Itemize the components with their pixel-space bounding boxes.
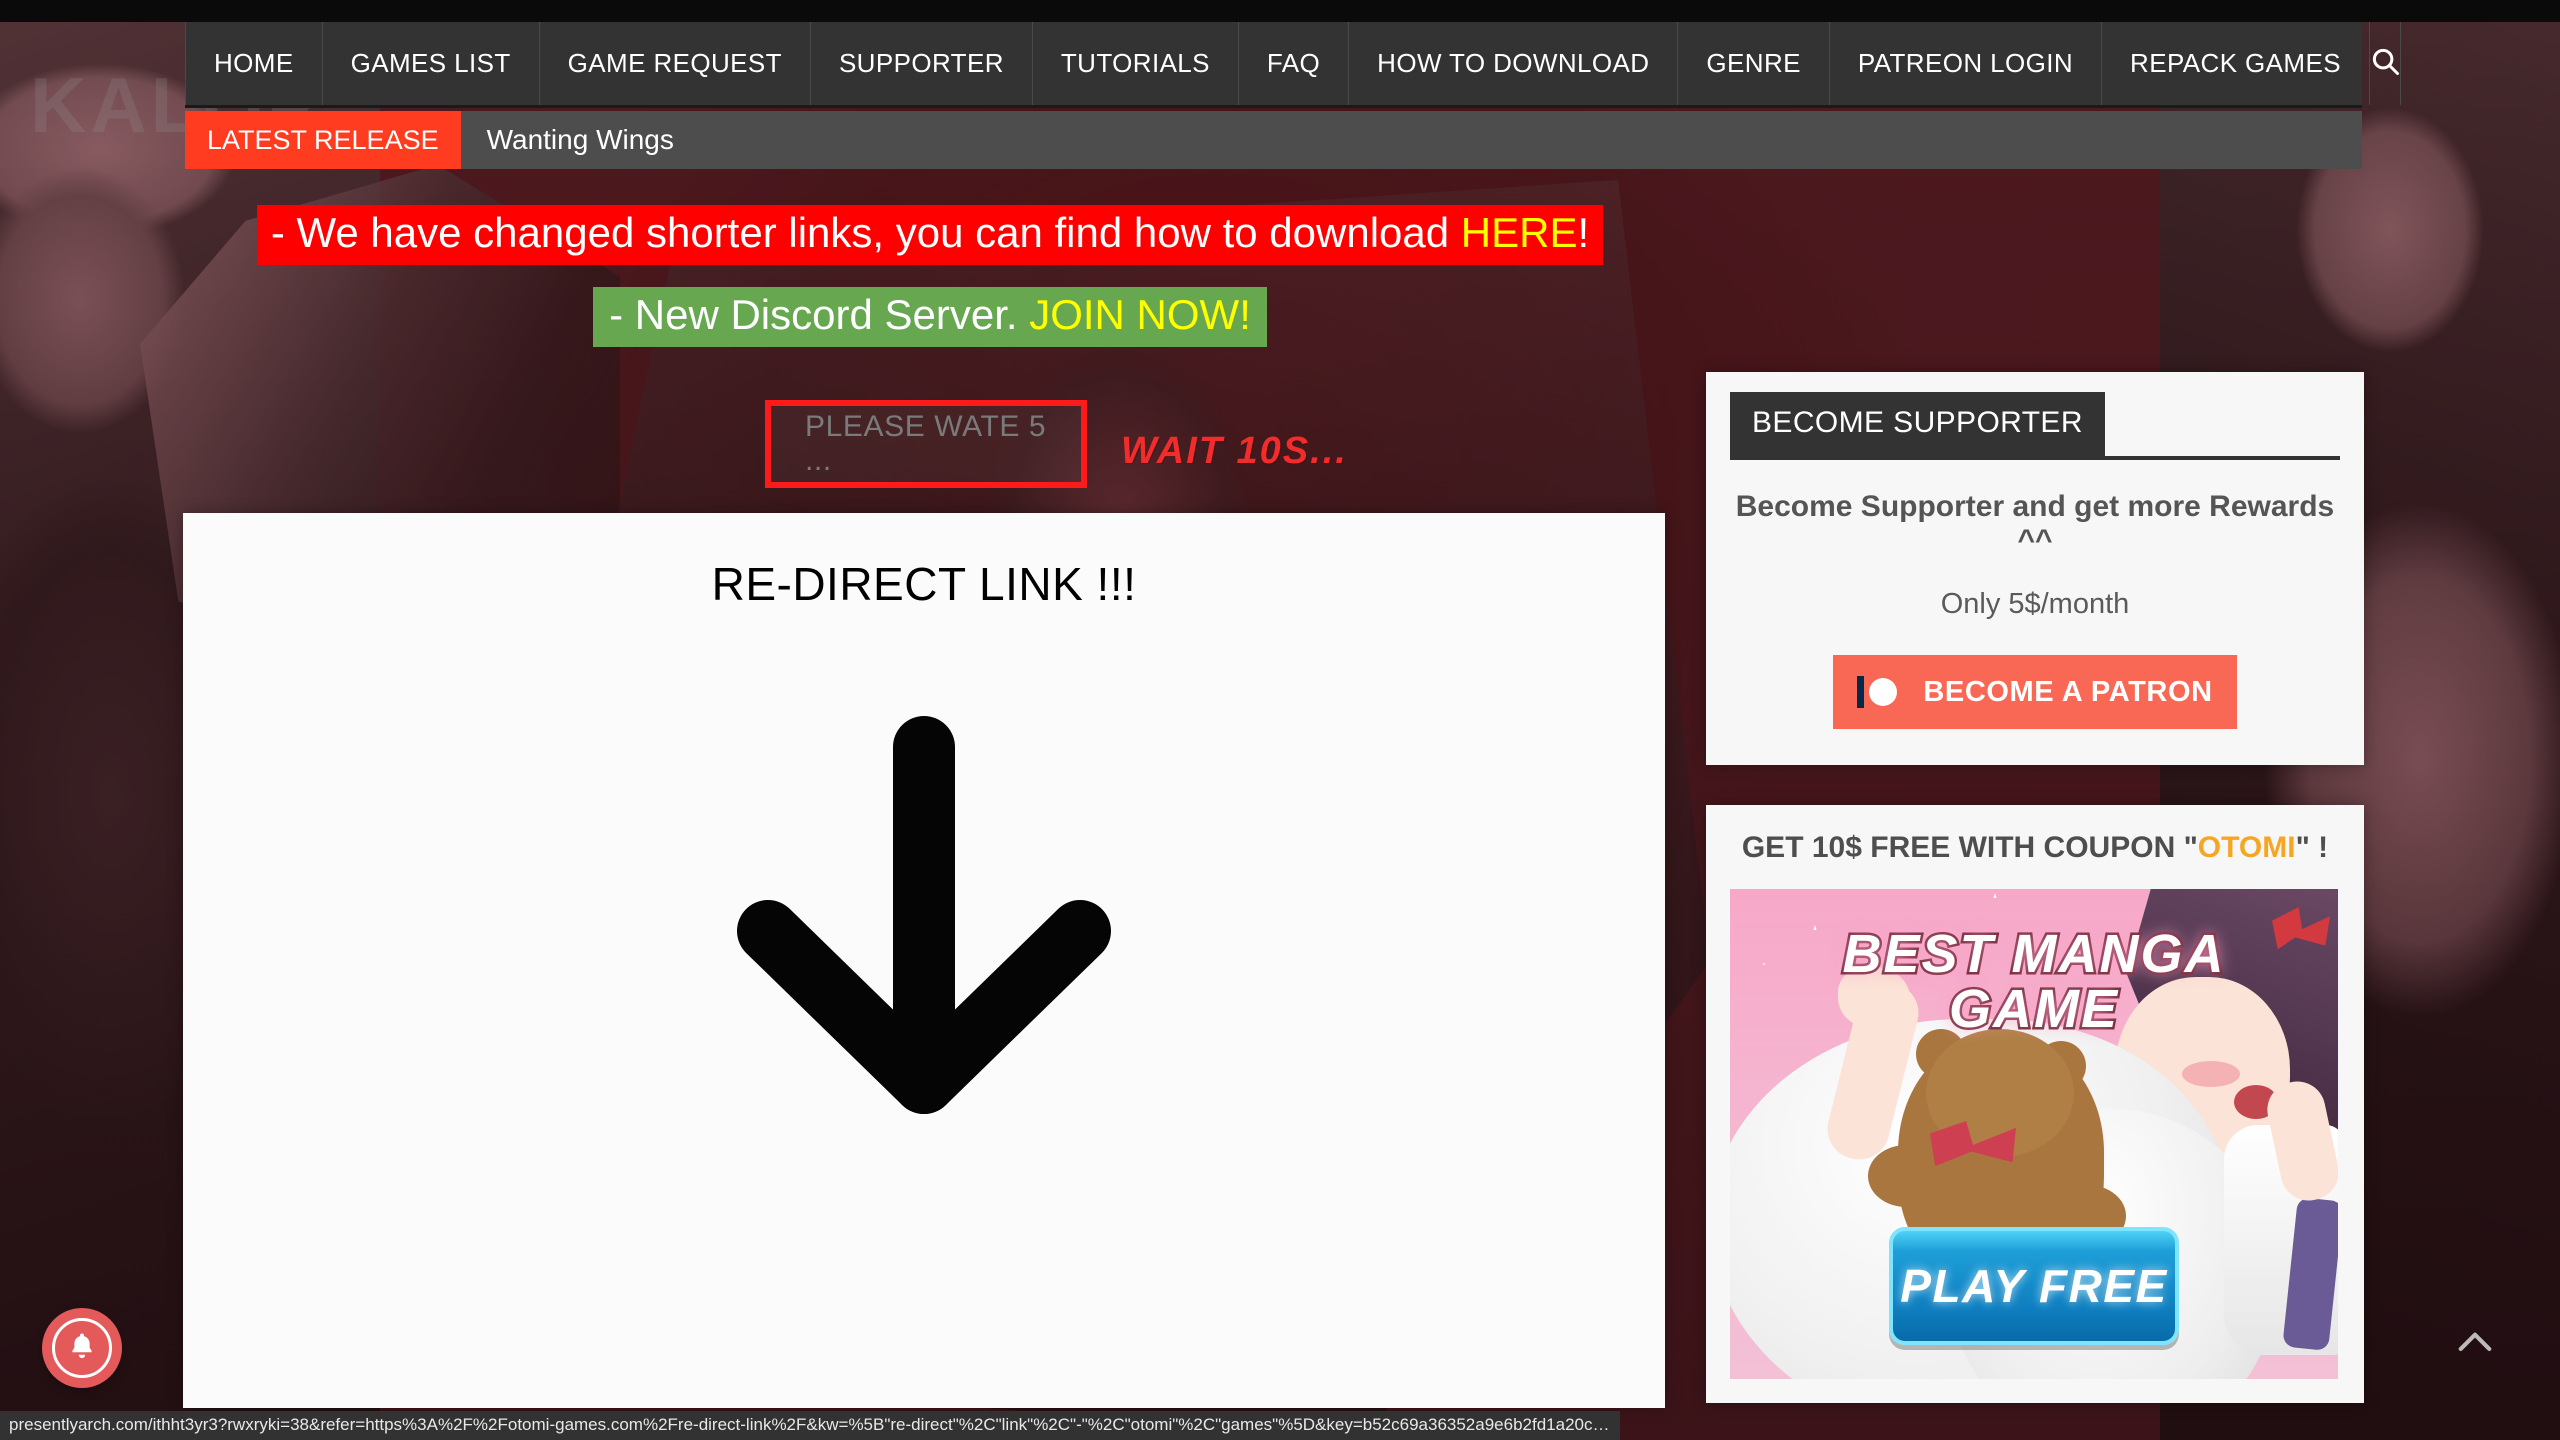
nav-item-game-request[interactable]: GAME REQUEST bbox=[540, 22, 811, 105]
please-wait-button[interactable]: PLEASE WATE 5 ... bbox=[765, 400, 1087, 488]
nav-item-faq[interactable]: FAQ bbox=[1239, 22, 1350, 105]
announcement-shorter-links[interactable]: - We have changed shorter links, you can… bbox=[256, 205, 1604, 265]
coupon-title: GET 10$ FREE WITH COUPON "OTOMI" ! bbox=[1730, 831, 2340, 865]
nav-item-supporter[interactable]: SUPPORTER bbox=[811, 22, 1033, 105]
chevron-up-icon bbox=[2456, 1327, 2494, 1360]
supporter-tagline: Become Supporter and get more Rewards ^^ bbox=[1735, 490, 2335, 557]
coupon-title-after: " ! bbox=[2295, 831, 2329, 864]
announcement-banners: - We have changed shorter links, you can… bbox=[185, 205, 1675, 347]
scroll-to-top-button[interactable] bbox=[2448, 1316, 2502, 1370]
patreon-logo-icon bbox=[1857, 676, 1898, 708]
supporter-header-rule bbox=[2105, 452, 2340, 456]
search-button[interactable] bbox=[2370, 22, 2401, 105]
announcement-green-text: - New Discord Server. bbox=[609, 290, 1030, 338]
coupon-ad-card: GET 10$ FREE WITH COUPON "OTOMI" ! BEST … bbox=[1706, 805, 2364, 1403]
play-free-button[interactable]: PLAY FREE bbox=[1889, 1227, 2179, 1345]
page-title: RE-DIRECT LINK !!! bbox=[711, 558, 1137, 610]
nav-item-how-to-download[interactable]: HOW TO DOWNLOAD bbox=[1349, 22, 1679, 105]
nav-item-genre[interactable]: GENRE bbox=[1678, 22, 1830, 105]
browser-status-bar: presentlyarch.com/ithht3yr3?rwxryki=38&r… bbox=[0, 1411, 1620, 1440]
become-a-patron-label: BECOME A PATRON bbox=[1923, 675, 2213, 708]
manga-game-ad-banner[interactable]: BEST MANGA GAME PLAY FREE bbox=[1730, 889, 2338, 1379]
top-black-strip bbox=[0, 0, 2560, 22]
nav-item-tutorials[interactable]: TUTORIALS bbox=[1033, 22, 1239, 105]
coupon-code: OTOMI bbox=[2197, 831, 2296, 864]
supporter-card: BECOME SUPPORTER Become Supporter and ge… bbox=[1706, 372, 2364, 765]
nav-item-home[interactable]: HOME bbox=[185, 22, 323, 105]
latest-release-tag: LATEST RELEASE bbox=[185, 111, 461, 169]
ad-character-blush bbox=[2182, 1061, 2240, 1087]
ad-headline-line1: BEST MANGA bbox=[1840, 924, 2226, 984]
right-sidebar: BECOME SUPPORTER Become Supporter and ge… bbox=[1706, 372, 2364, 1403]
nav-item-patreon-login[interactable]: PATREON LOGIN bbox=[1830, 22, 2103, 105]
play-free-label: PLAY FREE bbox=[1900, 1260, 2168, 1312]
main-content-panel: RE-DIRECT LINK !!! bbox=[183, 513, 1665, 1408]
notification-bell-icon bbox=[66, 1330, 98, 1367]
search-icon bbox=[2370, 46, 2400, 81]
ad-headline: BEST MANGA GAME bbox=[1730, 924, 2338, 1040]
latest-release-title[interactable]: Wanting Wings bbox=[461, 111, 700, 169]
announcement-red-text-after: ! bbox=[1577, 209, 1590, 256]
supporter-header-row: BECOME SUPPORTER bbox=[1730, 392, 2340, 460]
coupon-title-before: GET 10$ FREE WITH COUPON " bbox=[1741, 831, 2198, 864]
wait-countdown-label: WAIT 10S... bbox=[1121, 429, 1348, 472]
announcement-join-now-link[interactable]: JOIN NOW! bbox=[1029, 291, 1251, 338]
announcement-here-link[interactable]: HERE bbox=[1461, 209, 1578, 256]
main-navigation: HOME GAMES LIST GAME REQUEST SUPPORTER T… bbox=[185, 22, 2401, 108]
nav-item-games-list[interactable]: GAMES LIST bbox=[323, 22, 540, 105]
become-a-patron-button[interactable]: BECOME A PATRON bbox=[1833, 655, 2237, 729]
announcement-red-text: - We have changed shorter links, you can… bbox=[270, 209, 1461, 256]
supporter-card-header: BECOME SUPPORTER bbox=[1730, 392, 2105, 456]
ad-headline-line2: GAME bbox=[1947, 979, 2120, 1040]
nav-item-repack-games[interactable]: REPACK GAMES bbox=[2102, 22, 2370, 105]
notification-bell-ring bbox=[52, 1318, 112, 1378]
arrow-down-icon bbox=[724, 711, 1124, 1136]
notification-bell-button[interactable] bbox=[42, 1308, 122, 1388]
supporter-price: Only 5$/month bbox=[1940, 588, 2130, 620]
wait-row: PLEASE WATE 5 ... WAIT 10S... bbox=[765, 400, 1348, 488]
latest-release-bar: LATEST RELEASE Wanting Wings bbox=[185, 111, 2362, 169]
announcement-discord[interactable]: - New Discord Server. JOIN NOW! bbox=[593, 286, 1267, 347]
arrow-down-container bbox=[183, 711, 1665, 1136]
